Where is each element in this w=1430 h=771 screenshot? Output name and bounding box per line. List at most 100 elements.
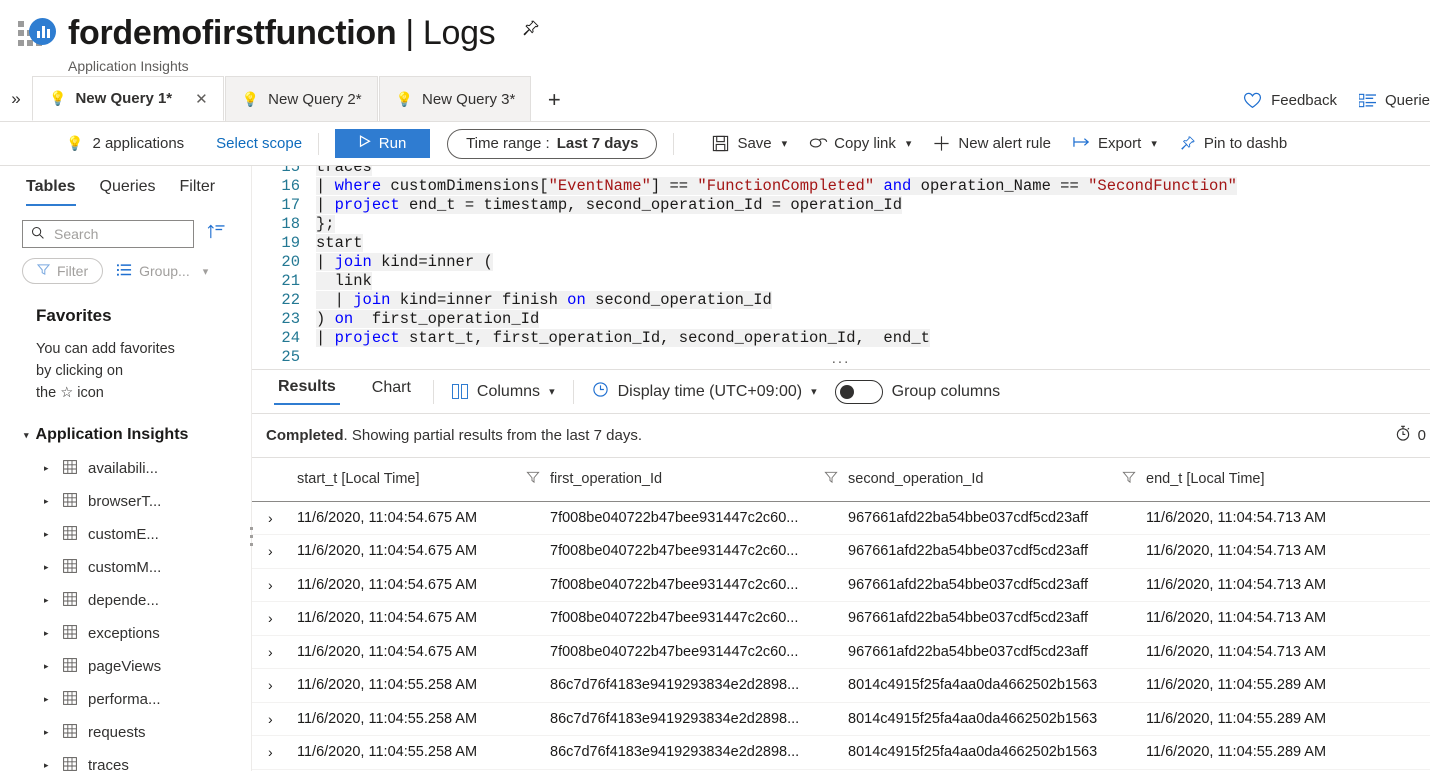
query-tab-2[interactable]: 💡 New Query 2* xyxy=(224,76,378,121)
table-row[interactable]: › 11/6/2020, 11:04:54.675 AM 7f008be040722… xyxy=(252,568,1430,602)
time-range-picker[interactable]: Time range : Last 7 days xyxy=(447,128,658,159)
group-columns-toggle[interactable] xyxy=(834,379,883,404)
close-icon[interactable]: ✕ xyxy=(195,90,208,108)
column-header-label: start_t [Local Time] xyxy=(297,471,420,488)
pin-icon[interactable] xyxy=(521,12,540,54)
tab-chart[interactable]: Chart xyxy=(368,379,415,404)
time-range-prefix: Time range : xyxy=(466,135,550,152)
chevron-double-right-icon[interactable]: » xyxy=(0,89,32,121)
table-list-item[interactable]: ▸ performa... xyxy=(0,683,252,716)
triangle-right-icon[interactable]: ▸ xyxy=(44,529,52,540)
row-expand-toggle[interactable]: › xyxy=(252,568,297,602)
triangle-right-icon[interactable]: ▸ xyxy=(44,760,52,771)
column-header[interactable]: second_operation_Id xyxy=(848,458,1146,502)
chevron-down-icon[interactable]: ▾ xyxy=(811,385,817,398)
columns-label: Columns xyxy=(476,382,541,400)
add-query-tab-button[interactable]: + xyxy=(532,87,576,121)
table-cell: 7f008be040722b47bee931447c2c60... xyxy=(550,568,848,602)
table-list-item[interactable]: ▸ customE... xyxy=(0,518,252,551)
results-table-wrap[interactable]: start_t [Local Time] first_operation_Id se… xyxy=(252,458,1430,771)
query-tab-1[interactable]: 💡 New Query 1* ✕ xyxy=(32,76,224,121)
table-list-item[interactable]: ▸ pageViews xyxy=(0,650,252,683)
table-cell: 11/6/2020, 11:04:54.713 AM xyxy=(1146,635,1430,669)
chevron-down-icon[interactable]: ▾ xyxy=(203,265,209,278)
display-time-button[interactable]: Display time (UTC+09:00) ▾ xyxy=(592,381,817,403)
column-header[interactable]: first_operation_Id xyxy=(550,458,848,502)
group-button[interactable]: Group... ▾ xyxy=(117,263,208,280)
row-expand-toggle[interactable]: › xyxy=(252,534,297,569)
table-group-application-insights[interactable]: ▾ Application Insights xyxy=(0,404,252,444)
row-expand-toggle[interactable]: › xyxy=(252,601,297,636)
triangle-right-icon[interactable]: ▸ xyxy=(44,463,52,474)
table-cell: 11/6/2020, 11:04:54.675 AM xyxy=(297,601,550,636)
select-scope-link[interactable]: Select scope xyxy=(216,135,302,152)
command-bar: 💡 2 applications Select scope Run Time r… xyxy=(0,122,1430,166)
table-cell: 11/6/2020, 11:04:54.675 AM xyxy=(297,568,550,602)
filter-funnel-icon[interactable] xyxy=(824,470,838,488)
feedback-label: Feedback xyxy=(1271,92,1337,109)
chevron-down-icon[interactable]: ▾ xyxy=(549,385,555,398)
feedback-button[interactable]: Feedback xyxy=(1243,92,1337,109)
logs-page: fordemofirstfunction | Logs Application … xyxy=(0,0,1430,771)
query-tab-3[interactable]: 💡 New Query 3* xyxy=(378,76,532,121)
column-header[interactable]: start_t [Local Time] xyxy=(297,458,550,502)
export-button[interactable]: Export ▾ xyxy=(1073,135,1157,152)
row-expand-toggle[interactable]: › xyxy=(252,501,297,535)
run-button[interactable]: Run xyxy=(335,129,431,158)
search-box[interactable] xyxy=(22,220,194,248)
new-alert-rule-button[interactable]: New alert rule xyxy=(933,135,1051,152)
filter-funnel-icon[interactable] xyxy=(526,470,540,488)
table-list-item[interactable]: ▸ exceptions xyxy=(0,617,252,650)
table-row[interactable]: › 11/6/2020, 11:04:54.675 AM 7f008be040722… xyxy=(252,601,1430,636)
table-cell: 11/6/2020, 11:04:54.713 AM xyxy=(1146,534,1430,569)
heart-icon xyxy=(1243,92,1262,109)
queries-button[interactable]: Querie xyxy=(1358,92,1430,109)
table-cell: 11/6/2020, 11:04:55.289 AM xyxy=(1146,668,1430,703)
tab-filter[interactable]: Filter xyxy=(180,178,216,206)
scope-selector[interactable]: 💡 2 applications xyxy=(66,135,184,152)
group-columns-toggle-row[interactable]: Group columns xyxy=(834,379,1000,404)
table-row[interactable]: › 11/6/2020, 11:04:54.675 AM 7f008be040722… xyxy=(252,635,1430,669)
table-list-item[interactable]: ▸ customM... xyxy=(0,551,252,584)
tab-queries[interactable]: Queries xyxy=(100,178,156,206)
table-list-item[interactable]: ▸ availabili... xyxy=(0,452,252,485)
row-expand-toggle[interactable]: › xyxy=(252,735,297,770)
chevron-down-icon[interactable]: ▾ xyxy=(1151,137,1157,150)
triangle-right-icon[interactable]: ▸ xyxy=(44,496,52,507)
triangle-right-icon[interactable]: ▸ xyxy=(44,694,52,705)
table-row[interactable]: › 11/6/2020, 11:04:54.675 AM 7f008be040722… xyxy=(252,501,1430,535)
tab-results[interactable]: Results xyxy=(274,378,340,405)
triangle-right-icon[interactable]: ▸ xyxy=(44,727,52,738)
table-row[interactable]: › 11/6/2020, 11:04:55.258 AM 86c7d76f4183e… xyxy=(252,702,1430,736)
editor-overflow-indicator[interactable]: ... xyxy=(252,350,1430,367)
row-expand-toggle[interactable]: › xyxy=(252,635,297,669)
chevron-down-icon[interactable]: ▾ xyxy=(782,137,788,150)
filter-funnel-icon[interactable] xyxy=(1122,470,1136,488)
table-list-item[interactable]: ▸ requests xyxy=(0,716,252,749)
column-header[interactable]: end_t [Local Time] xyxy=(1146,458,1430,502)
chevron-down-icon[interactable]: ▾ xyxy=(906,137,912,150)
triangle-right-icon[interactable]: ▸ xyxy=(44,628,52,639)
table-cell: 86c7d76f4183e9419293834e2d2898... xyxy=(550,702,848,736)
columns-button[interactable]: Columns ▾ xyxy=(451,382,555,401)
code-line: 23) on first_operation_Id xyxy=(256,310,1430,329)
table-row[interactable]: › 11/6/2020, 11:04:55.258 AM 86c7d76f4183e… xyxy=(252,668,1430,703)
tab-tables[interactable]: Tables xyxy=(26,178,76,206)
row-expand-toggle[interactable]: › xyxy=(252,668,297,703)
search-input[interactable] xyxy=(52,225,172,243)
pin-to-dashboard-button[interactable]: Pin to dashb xyxy=(1179,135,1287,152)
triangle-right-icon[interactable]: ▸ xyxy=(44,562,52,573)
sort-ascending-icon[interactable] xyxy=(207,223,225,245)
table-list-item[interactable]: ▸ browserT... xyxy=(0,485,252,518)
row-expand-toggle[interactable]: › xyxy=(252,702,297,736)
table-row[interactable]: › 11/6/2020, 11:04:55.258 AM 86c7d76f4183e… xyxy=(252,735,1430,770)
query-editor[interactable]: 15 traces 16 | where customDimensions["Even… xyxy=(252,166,1430,370)
save-button[interactable]: Save ▾ xyxy=(712,135,787,152)
table-row[interactable]: › 11/6/2020, 11:04:54.675 AM 7f008be040722… xyxy=(252,534,1430,569)
copy-link-button[interactable]: Copy link ▾ xyxy=(809,135,911,152)
table-list-item[interactable]: ▸ traces xyxy=(0,749,252,771)
filter-button[interactable]: Filter xyxy=(22,258,104,284)
triangle-right-icon[interactable]: ▸ xyxy=(44,595,52,606)
table-list-item[interactable]: ▸ depende... xyxy=(0,584,252,617)
triangle-right-icon[interactable]: ▸ xyxy=(44,661,52,672)
